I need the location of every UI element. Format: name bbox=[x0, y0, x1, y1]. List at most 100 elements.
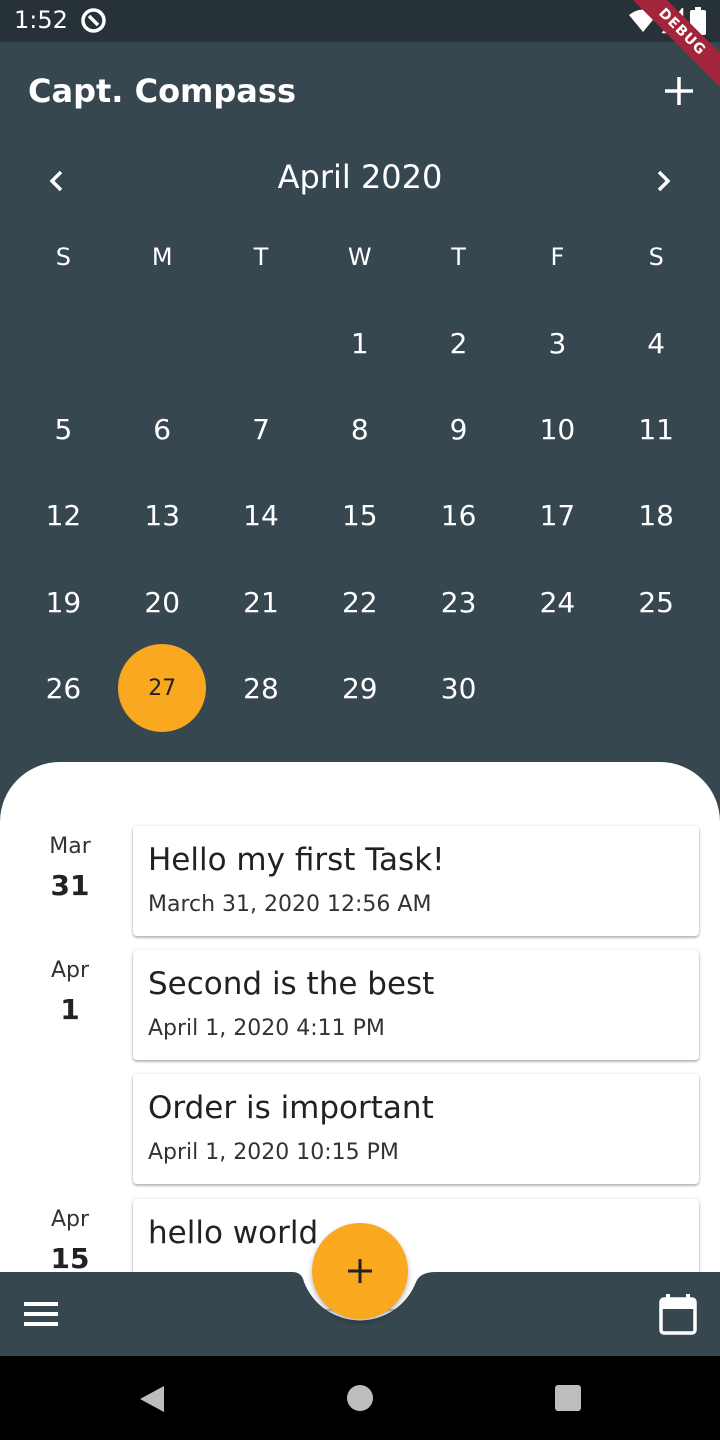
calendar-day-label: 19 bbox=[45, 585, 82, 619]
task-time: March 31, 2020 12:56 AM bbox=[148, 892, 432, 917]
calendar-day-selected[interactable]: 27 bbox=[113, 644, 212, 733]
calendar-day-label: 2 bbox=[449, 326, 468, 360]
calendar-day-label: 4 bbox=[647, 326, 666, 360]
calendar-day[interactable]: 6 bbox=[113, 386, 212, 472]
task-title: hello world bbox=[148, 1215, 319, 1251]
calendar-day[interactable]: 19 bbox=[14, 559, 113, 645]
recents-icon[interactable] bbox=[555, 1385, 581, 1411]
month-title: April 2020 bbox=[277, 158, 443, 196]
weekday-header: T bbox=[253, 243, 269, 271]
calendar-day[interactable]: 23 bbox=[409, 559, 508, 645]
task-date-day: 15 bbox=[50, 1242, 90, 1275]
weekday-header: S bbox=[648, 243, 664, 271]
task-card[interactable]: Order is important April 1, 2020 10:15 PM bbox=[133, 1074, 699, 1184]
calendar-day[interactable]: 8 bbox=[310, 386, 409, 472]
calendar-day[interactable]: 13 bbox=[113, 473, 212, 559]
calendar-day[interactable]: 29 bbox=[310, 645, 409, 731]
calendar-day-label: 15 bbox=[341, 499, 378, 533]
calendar-day[interactable]: 1 bbox=[310, 300, 409, 386]
task-date-day: 31 bbox=[50, 869, 90, 902]
calendar-day-label: 22 bbox=[341, 585, 378, 619]
weekday-header: T bbox=[451, 243, 466, 271]
calendar-day[interactable]: 21 bbox=[212, 559, 311, 645]
calendar-day[interactable]: 16 bbox=[409, 473, 508, 559]
chevron-left-icon[interactable] bbox=[40, 164, 72, 198]
calendar-icon[interactable] bbox=[658, 1294, 698, 1336]
calendar-day[interactable]: 12 bbox=[14, 473, 113, 559]
calendar-day-label: 20 bbox=[144, 585, 181, 619]
calendar-day[interactable]: 7 bbox=[212, 386, 311, 472]
calendar-blank bbox=[14, 300, 113, 386]
calendar-day-label: 6 bbox=[153, 412, 172, 446]
task-date: Apr 15 bbox=[20, 1199, 120, 1275]
weekday-header: M bbox=[151, 243, 173, 271]
calendar-day[interactable]: 5 bbox=[14, 386, 113, 472]
calendar-day-label: 24 bbox=[539, 585, 576, 619]
calendar-day-label: 12 bbox=[45, 499, 82, 533]
calendar-day[interactable]: 25 bbox=[607, 559, 706, 645]
task-date: Apr 1 bbox=[20, 950, 120, 1026]
calendar-day[interactable]: 30 bbox=[409, 645, 508, 731]
calendar-day-label: 29 bbox=[341, 671, 378, 705]
add-task-button[interactable] bbox=[312, 1223, 408, 1319]
calendar-day[interactable]: 20 bbox=[113, 559, 212, 645]
calendar-day[interactable]: 22 bbox=[310, 559, 409, 645]
task-date-month: Apr bbox=[50, 958, 90, 983]
app-title: Capt. Compass bbox=[28, 72, 296, 110]
calendar-day[interactable]: 9 bbox=[409, 386, 508, 472]
calendar-day-label: 13 bbox=[144, 499, 181, 533]
calendar-day-label: 16 bbox=[440, 499, 477, 533]
task-card[interactable]: Second is the best April 1, 2020 4:11 PM bbox=[133, 950, 699, 1060]
home-icon[interactable] bbox=[347, 1385, 373, 1411]
weekday-header: S bbox=[55, 243, 72, 271]
calendar-day[interactable]: 3 bbox=[508, 300, 607, 386]
calendar-day-label: 8 bbox=[350, 412, 369, 446]
calendar-day[interactable]: 18 bbox=[607, 473, 706, 559]
chevron-right-icon[interactable] bbox=[648, 164, 680, 198]
calendar-day-label: 7 bbox=[252, 412, 270, 446]
task-date-month: Apr bbox=[50, 1207, 90, 1232]
calendar-day-label: 23 bbox=[440, 585, 477, 619]
back-icon[interactable] bbox=[136, 1384, 166, 1414]
task-row: Order is important April 1, 2020 10:15 PM bbox=[0, 1074, 720, 1186]
calendar-day[interactable]: 15 bbox=[310, 473, 409, 559]
calendar-day-label: 11 bbox=[638, 412, 674, 446]
calendar-day[interactable]: 28 bbox=[212, 645, 311, 731]
task-date: Mar 31 bbox=[20, 826, 120, 902]
task-title: Second is the best bbox=[148, 966, 435, 1002]
calendar-day[interactable]: 17 bbox=[508, 473, 607, 559]
calendar-day-label: 25 bbox=[638, 585, 674, 619]
calendar-day[interactable]: 11 bbox=[607, 386, 706, 472]
status-time: 1:52 bbox=[14, 6, 68, 34]
calendar-day[interactable]: 2 bbox=[409, 300, 508, 386]
calendar-day[interactable]: 4 bbox=[607, 300, 706, 386]
calendar-day-label: 17 bbox=[539, 499, 576, 533]
calendar-day[interactable]: 24 bbox=[508, 559, 607, 645]
task-row: Apr 1 Second is the best April 1, 2020 4:11… bbox=[0, 950, 720, 1062]
calendar-day-label: 5 bbox=[54, 412, 73, 446]
plus-icon bbox=[348, 1259, 372, 1283]
calendar-day-label: 30 bbox=[440, 671, 477, 705]
calendar-day[interactable]: 10 bbox=[508, 386, 607, 472]
app-notification-icon bbox=[81, 8, 106, 33]
calendar-day-label: 18 bbox=[638, 499, 674, 533]
calendar-day-label: 27 bbox=[118, 644, 207, 733]
calendar-day[interactable]: 14 bbox=[212, 473, 311, 559]
task-title: Order is important bbox=[148, 1090, 434, 1126]
menu-icon[interactable] bbox=[24, 1300, 60, 1328]
weekday-header: F bbox=[550, 243, 565, 271]
task-date-day: 1 bbox=[60, 993, 80, 1026]
calendar-day-label: 26 bbox=[45, 671, 82, 705]
calendar-day-label: 3 bbox=[548, 326, 567, 360]
task-date-month: Mar bbox=[49, 834, 91, 859]
calendar-day-label: 14 bbox=[243, 499, 279, 533]
plus-icon[interactable] bbox=[660, 72, 698, 110]
status-bar: 1:52 bbox=[0, 0, 720, 42]
weekday-header: W bbox=[347, 243, 372, 271]
task-title: Hello my first Task! bbox=[148, 842, 445, 878]
task-time: April 1, 2020 4:11 PM bbox=[148, 1016, 385, 1041]
task-card[interactable]: Hello my first Task! March 31, 2020 12:56… bbox=[133, 826, 699, 936]
calendar-day-label: 28 bbox=[243, 671, 279, 705]
calendar-day[interactable]: 26 bbox=[14, 645, 113, 731]
calendar-day-label: 21 bbox=[243, 585, 279, 619]
